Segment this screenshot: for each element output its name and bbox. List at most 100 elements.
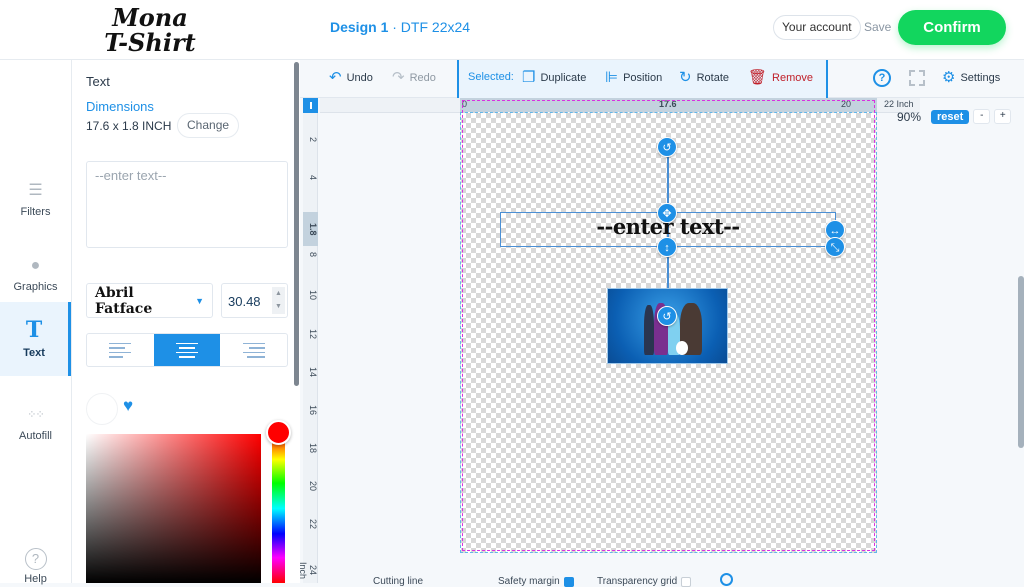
help-icon[interactable]: ?	[873, 69, 891, 87]
resize-vertical-handle-icon[interactable]: ↕	[657, 237, 677, 257]
font-size-value: 30.48	[228, 294, 261, 309]
help-button[interactable]: ? Help	[0, 548, 71, 585]
dimensions-value: 17.6 x 1.8 INCH	[86, 119, 171, 133]
ruler-left-label: 16	[303, 405, 318, 415]
safety-margin-checkbox[interactable]	[564, 577, 574, 587]
safety-margin-toggle[interactable]: Safety margin	[498, 576, 574, 587]
align-center-icon	[176, 343, 198, 358]
undo-button[interactable]: ↶ Undo	[329, 71, 373, 85]
zoom-reset-button[interactable]: reset	[931, 110, 969, 124]
remove-label: Remove	[772, 72, 813, 84]
align-right-icon	[243, 343, 265, 358]
ruler-corner-toggle[interactable]	[303, 98, 318, 113]
redo-icon: ↷	[392, 71, 405, 85]
save-button[interactable]: Save	[864, 20, 891, 34]
ruler-top-selection-label: 17.6	[659, 99, 677, 109]
ruler-left-label: 20	[303, 481, 318, 491]
align-left-icon	[109, 343, 131, 358]
panel-scrollbar[interactable]	[294, 62, 299, 386]
dimensions-label: Dimensions	[86, 99, 154, 114]
sidebar-item-label: Graphics	[13, 281, 57, 293]
safety-margin-label: Safety margin	[498, 576, 560, 587]
duplicate-button[interactable]: ❐ Duplicate	[522, 71, 586, 85]
color-saturation-picker[interactable]	[86, 434, 261, 583]
cutting-line-label: Cutting line	[373, 576, 423, 587]
align-right-button[interactable]	[220, 334, 287, 366]
text-input[interactable]	[86, 161, 288, 248]
design-product: · DTF 22x24	[388, 19, 470, 35]
logo[interactable]: Mona T-Shirt	[0, 0, 300, 60]
ruler-left-label: 8	[303, 252, 318, 257]
font-size-input[interactable]: 30.48 ▲ ▼	[221, 283, 288, 318]
sidebar-item-label: Filters	[21, 206, 51, 218]
rotate-button[interactable]: ↻ Rotate	[679, 71, 729, 85]
ruler-left	[303, 113, 318, 583]
transparency-grid-toggle[interactable]: Transparency grid	[597, 576, 691, 587]
sidebar-item-filters[interactable]: ☰ Filters	[0, 163, 71, 237]
sidebar-item-graphics[interactable]: ● Graphics	[0, 238, 71, 312]
logo-line-1: Mona	[112, 5, 188, 30]
alignment-group	[86, 333, 288, 367]
help-label: Help	[24, 573, 47, 585]
rotate-handle-icon[interactable]: ↺	[657, 137, 677, 157]
sidebar-rail: ☰ Filters ● Graphics T Text ⁘⁘ Autofill …	[0, 60, 72, 583]
sliders-icon: ☰	[28, 182, 42, 200]
ruler-left-label: 12	[303, 329, 318, 339]
selection-actions: Selected: ❐ Duplicate ⊫ Position ↻ Rotat…	[457, 60, 828, 98]
header: Mona T-Shirt Design 1 · DTF 22x24 Your a…	[0, 0, 1024, 60]
transparency-grid-checkbox[interactable]	[681, 577, 691, 587]
image-rotate-handle-icon[interactable]: ↺	[657, 306, 677, 326]
redo-label: Redo	[410, 72, 436, 84]
zoom-out-button[interactable]: -	[973, 109, 990, 124]
align-center-button[interactable]	[154, 334, 221, 366]
spin-down-icon[interactable]: ▼	[272, 300, 285, 314]
redo-button[interactable]: ↷ Redo	[392, 71, 436, 85]
hue-slider[interactable]	[272, 434, 285, 583]
color-swatch-white[interactable]	[86, 393, 118, 425]
ruler-top-label: 22 Inch	[884, 99, 914, 109]
panel-title: Text	[86, 74, 110, 89]
sidebar-item-autofill[interactable]: ⁘⁘ Autofill	[0, 387, 71, 461]
scale-handle-icon[interactable]: ⤡	[825, 237, 845, 257]
ruler-left-label: 4	[303, 175, 318, 180]
drop-icon: ●	[31, 257, 41, 275]
selected-label: Selected:	[468, 71, 514, 83]
cutting-line-toggle[interactable]: Cutting line	[373, 576, 423, 587]
help-circle-icon	[720, 573, 733, 586]
your-account-button[interactable]: Your account	[773, 15, 861, 40]
change-dimensions-button[interactable]: Change	[177, 113, 239, 138]
undo-icon: ↶	[329, 71, 342, 85]
align-left-button[interactable]	[87, 334, 154, 366]
image-figure	[644, 305, 654, 355]
duplicate-icon: ❐	[522, 71, 535, 85]
logo-line-2: T-Shirt	[104, 30, 195, 55]
hue-slider-handle[interactable]	[266, 420, 291, 445]
duplicate-label: Duplicate	[540, 72, 586, 84]
settings-button[interactable]: ⚙ Settings	[942, 71, 1000, 85]
zoom-in-button[interactable]: +	[994, 109, 1011, 124]
zoom-level: 90%	[897, 110, 921, 124]
position-button[interactable]: ⊫ Position	[605, 71, 662, 85]
transparency-grid-label: Transparency grid	[597, 576, 677, 587]
fullscreen-icon[interactable]	[909, 70, 925, 86]
view-options-help[interactable]	[720, 573, 733, 586]
font-select[interactable]: Abril Fatface ▼	[86, 283, 213, 318]
heart-icon[interactable]: ♥	[123, 396, 133, 416]
toolbar: ↶ Undo ↷ Redo Selected: ❐ Duplicate ⊫ Po…	[300, 60, 1024, 98]
ruler-left-label: 10	[303, 290, 318, 300]
ruler-left-label: 24 Inch	[303, 558, 318, 583]
workspace-scrollbar[interactable]	[1018, 276, 1024, 448]
remove-button[interactable]: 🗑 Remove	[748, 71, 813, 85]
ruler-left-label: 2	[303, 137, 318, 142]
caret-down-icon: ▼	[195, 296, 204, 306]
ruler-left-label: 14	[303, 367, 318, 377]
move-handle-icon[interactable]: ✥	[657, 203, 677, 223]
ruler-left-label: 18	[303, 443, 318, 453]
confirm-button[interactable]: Confirm	[898, 10, 1006, 45]
design-title: Design 1 · DTF 22x24	[330, 19, 470, 35]
spin-up-icon[interactable]: ▲	[272, 287, 285, 301]
zoom-controls: 90% reset - +	[897, 109, 1011, 124]
sidebar-item-text[interactable]: T Text	[0, 302, 71, 376]
ruler-left-label: 22	[303, 519, 318, 529]
text-panel: Text Dimensions 17.6 x 1.8 INCH Change A…	[72, 60, 300, 583]
